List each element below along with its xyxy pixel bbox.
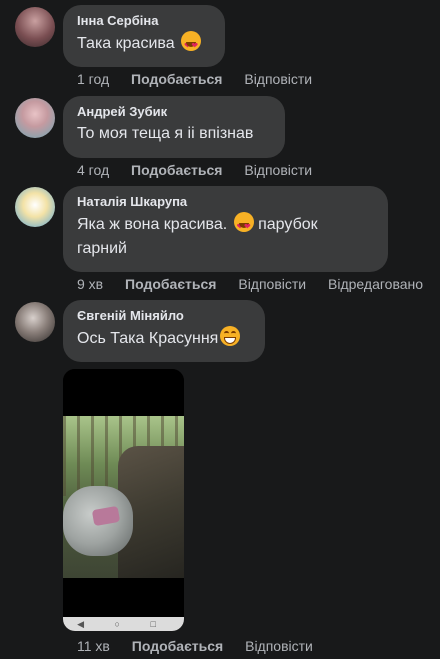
comment-author[interactable]: Євгеній Міняйло <box>77 308 251 324</box>
reply-button[interactable]: Відповісти <box>244 162 312 178</box>
comment-bubble: Андрей Зубик То моя теща я іі впізнав <box>63 96 285 158</box>
comment-text: Ось Така Красуння <box>77 326 251 351</box>
grin-emoji-icon <box>220 326 241 346</box>
avatar[interactable] <box>15 187 55 227</box>
comment-actions: 1 год Подобається Відповісти <box>77 71 330 87</box>
comment-image-attachment[interactable]: ◀ ○ □ <box>63 369 184 631</box>
comment-text: Яка ж вона красива. парубокгарний <box>77 212 374 261</box>
like-button[interactable]: Подобається <box>131 162 222 178</box>
reply-button[interactable]: Відповісти <box>245 638 313 654</box>
reply-button[interactable]: Відповісти <box>238 276 306 292</box>
edited-label[interactable]: Відредаговано <box>328 276 423 292</box>
comment-actions: 11 хв Подобається Відповісти <box>77 638 331 654</box>
phone-status-bar <box>63 369 184 383</box>
comment-timestamp[interactable]: 4 год <box>77 162 109 178</box>
comment-bubble: Інна Сербіна Така красива <box>63 5 225 67</box>
like-button[interactable]: Подобається <box>132 638 223 654</box>
phone-nav-bar: ◀ ○ □ <box>63 617 184 631</box>
comment-timestamp[interactable]: 11 хв <box>77 638 110 654</box>
comment-text: То моя теща я іі впізнав <box>77 125 254 142</box>
heart-eyes-emoji-icon <box>181 31 202 58</box>
comment-text: Така красива <box>77 31 211 58</box>
like-button[interactable]: Подобається <box>125 276 216 292</box>
avatar[interactable] <box>15 302 55 342</box>
comment-author[interactable]: Андрей Зубик <box>77 104 271 120</box>
avatar[interactable] <box>15 7 55 47</box>
comment-bubble: Наталія Шкарупа Яка ж вона красива. пару… <box>63 186 388 272</box>
comment-author[interactable]: Наталія Шкарупа <box>77 194 374 210</box>
reply-button[interactable]: Відповісти <box>244 71 312 87</box>
comment-timestamp[interactable]: 9 хв <box>77 276 103 292</box>
comment-timestamp[interactable]: 1 год <box>77 71 109 87</box>
comment-actions: 4 год Подобається Відповісти <box>77 162 330 178</box>
comment-bubble: Євгеній Міняйло Ось Така Красуння <box>63 300 265 362</box>
heart-eyes-emoji-icon <box>233 212 254 239</box>
photo <box>63 416 184 578</box>
comment-author[interactable]: Інна Сербіна <box>77 13 211 29</box>
avatar[interactable] <box>15 98 55 138</box>
like-button[interactable]: Подобається <box>131 71 222 87</box>
comment-actions: 9 хв Подобається Відповісти Відредагован… <box>77 276 423 292</box>
